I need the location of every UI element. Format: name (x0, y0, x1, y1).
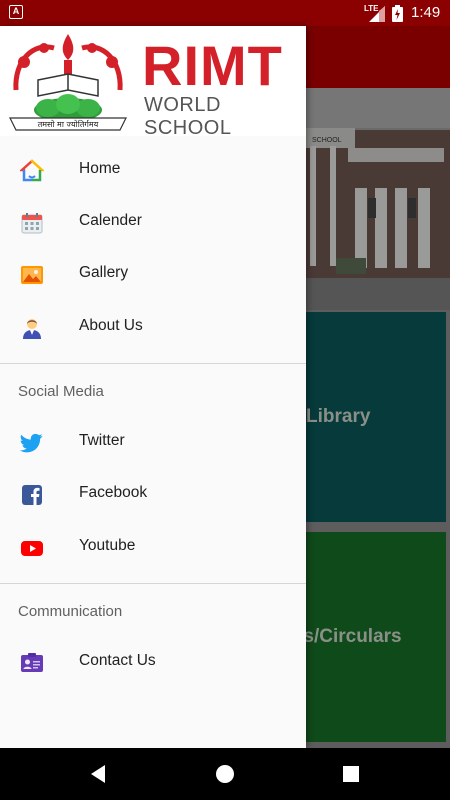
circulars-tile-label: rs/Circulars (296, 626, 402, 647)
menu-item-label: Home (79, 160, 121, 177)
person-icon (23, 319, 41, 339)
menu-item-label: Facebook (79, 484, 148, 501)
menu-item-twitter[interactable]: Twitter (0, 417, 306, 469)
facebook-icon (22, 485, 42, 505)
menu-item-facebook[interactable]: Facebook (0, 469, 306, 521)
drawer-header: तमसो मा ज्योतिर्गमय RIMT WORLD SCHOOL (0, 26, 306, 139)
status-bar: A LTE 1:49 (0, 0, 450, 26)
menu-item-label: Contact Us (79, 652, 156, 669)
menu-item-youtube[interactable]: Youtube (0, 522, 306, 574)
clock: 1:49 (411, 4, 441, 21)
system-navigation-bar (0, 748, 450, 800)
menu-item-about-us[interactable]: About Us (0, 302, 306, 354)
contact-card-icon (21, 653, 43, 672)
circulars-tile: rs/Circulars (296, 532, 446, 742)
menu-item-label: Calender (79, 212, 142, 229)
section-title-social-media: Social Media (18, 383, 104, 400)
divider (0, 363, 306, 364)
menu-item-label: About Us (79, 317, 143, 334)
home-nav-icon[interactable] (213, 762, 237, 786)
library-tile-label: Library (306, 406, 371, 427)
section-title-communication: Communication (18, 603, 123, 620)
navigation-drawer: तमसो मा ज्योतिर्गमय RIMT WORLD SCHOOL Ho… (0, 26, 306, 748)
recents-icon[interactable] (339, 762, 363, 786)
logo-subtitle-text: WORLD SCHOOL (144, 94, 232, 139)
menu-item-gallery[interactable]: Gallery (0, 249, 306, 301)
signal-icon (369, 6, 385, 22)
photo-sign-text: SCHOOL (312, 137, 342, 144)
menu-item-label: Youtube (79, 537, 136, 554)
school-emblem-logo: तमसो मा ज्योतिर्गमय (9, 34, 127, 131)
battery-icon (392, 5, 403, 22)
gallery-icon (21, 266, 43, 284)
youtube-icon (21, 541, 43, 556)
library-tile: Library (306, 312, 446, 522)
menu-item-home[interactable]: Home (0, 145, 306, 197)
calendar-icon (21, 213, 43, 234)
divider (0, 583, 306, 584)
menu-item-contact-us[interactable]: Contact Us (0, 637, 306, 689)
logo-brand-text: RIMT (142, 34, 283, 97)
menu-item-calendar[interactable]: Calender (0, 197, 306, 249)
back-icon[interactable] (87, 762, 111, 786)
twitter-icon (20, 433, 43, 453)
home-icon (20, 159, 44, 182)
app-notification-icon: A (9, 5, 23, 19)
menu-item-label: Gallery (79, 264, 129, 281)
menu-item-label: Twitter (79, 432, 125, 449)
logo-motto: तमसो मा ज्योतिर्गमय (38, 119, 99, 129)
